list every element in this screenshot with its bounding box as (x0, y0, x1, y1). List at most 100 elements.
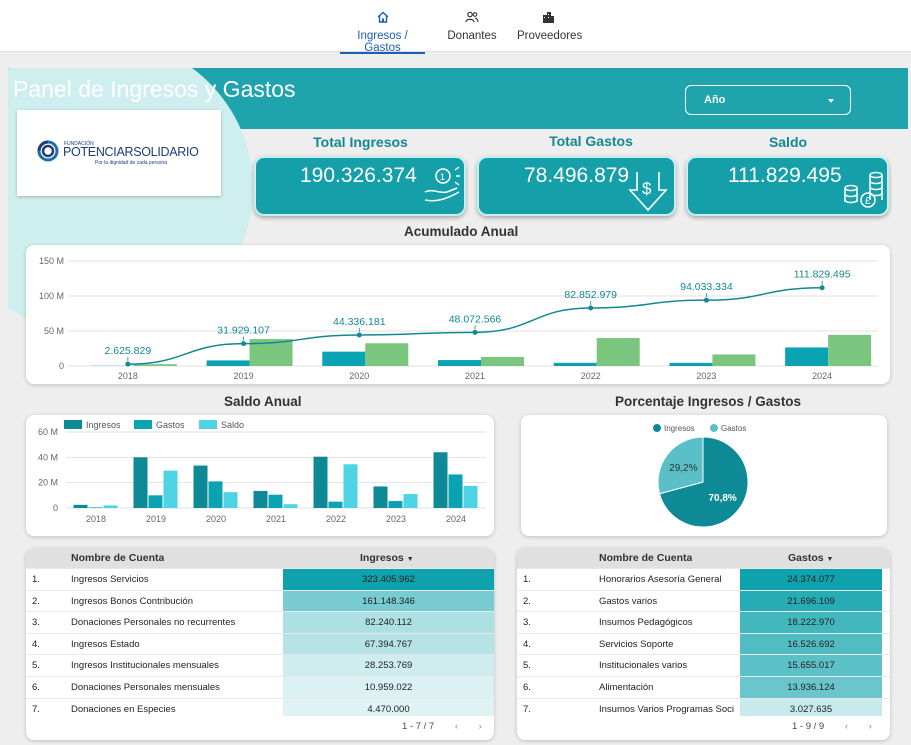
data-label: 111.829.495 (794, 269, 851, 281)
table-row[interactable]: 4. Servicios Soporte 16.526.692 (517, 632, 890, 655)
logo-tagline: Por la dignidad de cada persona (95, 160, 167, 166)
svg-text:$: $ (642, 179, 652, 198)
sort-desc-icon: ▼ (406, 556, 414, 563)
table-row[interactable]: 5. Ingresos Institucionales mensuales 28.2… (26, 654, 494, 676)
legend-label: Ingresos (86, 420, 121, 430)
x-tick-label: 2024 (446, 514, 466, 524)
row-number: 5. (523, 660, 531, 672)
table-row[interactable]: 6. Alimentación 13.936.124 (517, 675, 890, 698)
table-ingresos-card: Nombre de Cuenta Ingresos ▼ 1. Ingresos S… (26, 548, 494, 740)
table-row[interactable]: 2. Gastos varios 21.696.109 (517, 589, 890, 612)
bar-ingresos (373, 486, 388, 508)
col-header-label: Gastos (788, 552, 824, 564)
bar-series2 (365, 343, 409, 366)
year-select[interactable]: Año (685, 85, 851, 115)
table-row[interactable]: 1. Ingresos Servicios 323.405.962 (26, 568, 494, 590)
account-name: Ingresos Servicios (71, 574, 149, 585)
account-value: 13.936.124 (740, 676, 882, 698)
account-name: Ingresos Estado (71, 638, 140, 650)
line-point (588, 305, 594, 311)
chevron-left-icon[interactable]: ‹ (455, 721, 458, 732)
table-row[interactable]: 7. Donaciones en Especies 4.470.000 (26, 697, 494, 716)
chevron-left-icon[interactable]: ‹ (845, 721, 848, 732)
bar-gastos (388, 501, 403, 508)
line-point (819, 285, 825, 291)
kpi-card-saldo: 111.829.495 £ (686, 156, 889, 216)
table-row[interactable]: 4. Ingresos Estado 67.394.767 (26, 632, 494, 655)
sort-desc-icon: ▼ (826, 556, 834, 563)
data-label: 44.336.181 (333, 316, 386, 328)
account-value: 24.374.077 (740, 569, 882, 590)
money-down-arrow-icon: $ (628, 172, 668, 212)
kpi-value-gastos: 78.496.879 (524, 164, 630, 187)
tab-donantes[interactable]: Donantes (447, 10, 497, 50)
tab-label: Ingresos / Gastos (357, 30, 408, 54)
home-icon (377, 11, 388, 23)
tab-active-indicator (340, 52, 425, 54)
kpi-value-saldo: 111.829.495 (728, 164, 842, 187)
table-row[interactable]: 2. Ingresos Bonos Contribución 161.148.346 (26, 589, 494, 612)
col-header-name[interactable]: Nombre de Cuenta (599, 548, 692, 568)
row-number: 4. (523, 638, 531, 650)
table-row[interactable]: 1. Honorarios Asesoría General 24.374.077 (517, 568, 890, 590)
col-header-name[interactable]: Nombre de Cuenta (71, 548, 164, 568)
y-tick-label: 40 M (38, 452, 58, 462)
account-value: 161.148.346 (283, 590, 494, 612)
building-icon (543, 12, 554, 23)
chevron-right-icon[interactable]: › (869, 721, 872, 732)
line-point (241, 341, 247, 347)
legend-dot (710, 424, 718, 432)
bar-ingresos (253, 490, 268, 508)
account-name: Ingresos Bonos Contribución (71, 595, 193, 607)
row-number: 6. (523, 681, 531, 693)
table-row[interactable]: 3. Insumos Pedagógicos 18.222.970 (517, 611, 890, 633)
chart-acumulado-card: 0 50 M 100 M 150 M 2018 2019 2020 2021 2022 2023 2… (26, 245, 890, 384)
x-tick-label: 2021 (266, 514, 286, 524)
table-row[interactable]: 5. Institucionales varios 15.655.017 (517, 654, 890, 676)
x-tick-label: 2020 (349, 371, 369, 381)
col-header-ingresos[interactable]: Ingresos ▼ (360, 548, 414, 568)
logo-card: FUNDACIÓN POTENCIARSOLIDARIO Por la dign… (17, 110, 221, 196)
bar-saldo (283, 504, 298, 508)
table-row[interactable]: 7. Insumos Varios Programas Soci... 3.027.… (517, 697, 890, 716)
account-value: 4.470.000 (283, 698, 494, 716)
y-tick-label: 60 M (38, 427, 58, 437)
bar-saldo (223, 492, 238, 508)
data-label: 2.625.829 (104, 345, 151, 357)
tab-label: Proveedores (517, 30, 583, 42)
col-header-label: Ingresos (360, 552, 404, 564)
x-tick-label: 2018 (86, 514, 106, 524)
x-tick-label: 2024 (812, 371, 832, 381)
table-header: Nombre de Cuenta Ingresos ▼ (26, 548, 494, 568)
row-number: 3. (523, 617, 531, 629)
table-header: Nombre de Cuenta Gastos ▼ (517, 548, 890, 568)
table-gastos: Nombre de Cuenta Gastos ▼ 1. Honorarios A… (517, 548, 890, 716)
tab-ingresos-gastos[interactable]: Ingresos / Gastos (340, 10, 425, 54)
table-row[interactable]: 6. Donaciones Personales mensuales 10.959.… (26, 675, 494, 698)
bar-series1 (438, 360, 481, 366)
bar-saldo (103, 505, 118, 508)
account-name: Ingresos Institucionales mensuales (71, 660, 219, 672)
row-number: 2. (32, 595, 40, 607)
table-row[interactable]: 3. Donaciones Personales no recurrentes 82… (26, 611, 494, 633)
data-label: 48.072.566 (449, 313, 502, 325)
account-value: 323.405.962 (283, 569, 494, 590)
col-header-gastos[interactable]: Gastos ▼ (788, 548, 833, 568)
pie-label: 70,8% (708, 493, 736, 504)
bar-series1 (206, 360, 250, 366)
account-value: 18.222.970 (740, 612, 882, 633)
account-value: 3.027.635 (740, 698, 882, 716)
y-tick-label: 100 M (39, 291, 64, 301)
money-hand-icon: 1 (424, 166, 460, 202)
x-tick-label: 2019 (146, 514, 166, 524)
bar-gastos (208, 481, 223, 508)
chart-title-porcentaje: Porcentaje Ingresos / Gastos (615, 394, 802, 409)
account-name: Alimentación (599, 681, 654, 693)
chevron-right-icon[interactable]: › (479, 721, 482, 732)
legend-dot (653, 424, 661, 432)
data-label: 31.929.107 (217, 325, 270, 337)
bar-series2 (481, 356, 524, 366)
table-gastos-card: Nombre de Cuenta Gastos ▼ 1. Honorarios A… (517, 548, 890, 740)
tab-proveedores[interactable]: Proveedores (517, 10, 583, 50)
account-value: 15.655.017 (740, 655, 882, 676)
